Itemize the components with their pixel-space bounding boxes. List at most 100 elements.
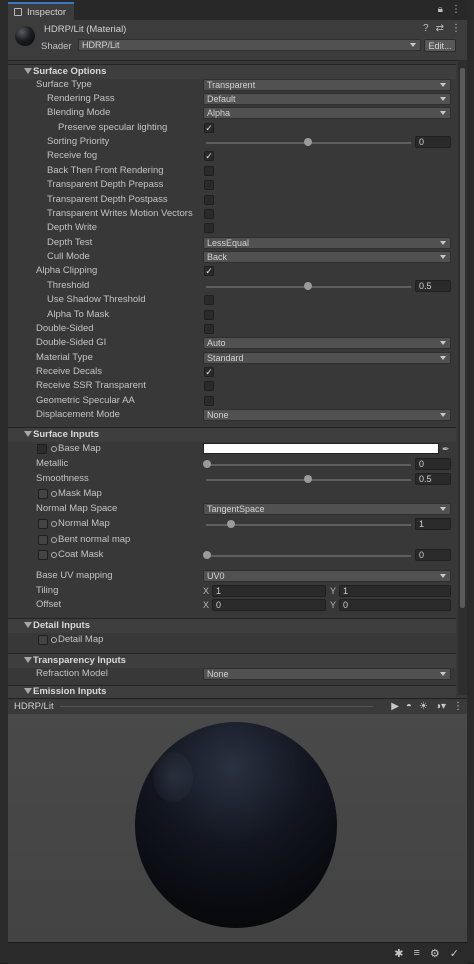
- refraction-model-dropdown[interactable]: None: [203, 668, 451, 680]
- row-depth-test: Depth Test LessEqual: [8, 236, 467, 250]
- depth-test-dropdown[interactable]: LessEqual: [203, 237, 451, 249]
- base-uv-mapping-dropdown[interactable]: UV0: [203, 570, 451, 582]
- tab-inspector[interactable]: Inspector: [8, 2, 74, 20]
- object-picker-icon[interactable]: [51, 552, 57, 558]
- y-label: Y: [330, 586, 337, 596]
- lock-icon[interactable]: 🔒︎: [438, 4, 443, 15]
- row-depth-prepass: Transparent Depth Prepass: [8, 178, 467, 192]
- coat-mask-slider[interactable]: [206, 555, 411, 557]
- tiling-y-field[interactable]: 1: [339, 585, 451, 597]
- detail-map-texture-slot[interactable]: [38, 635, 48, 645]
- object-picker-icon[interactable]: [51, 491, 57, 497]
- field-label: Depth Write: [47, 222, 97, 233]
- play-icon[interactable]: ▶: [391, 700, 399, 713]
- slider-handle[interactable]: [304, 138, 312, 146]
- slider-handle[interactable]: [203, 460, 211, 468]
- depth-prepass-checkbox[interactable]: [204, 180, 214, 190]
- section-detail-inputs[interactable]: Detail Inputs: [8, 618, 456, 633]
- smoothness-field[interactable]: 0.5: [415, 473, 451, 485]
- cull-mode-dropdown[interactable]: Back: [203, 251, 451, 263]
- material-header: HDRP/Lit (Material) ? ⇄ ⋮ Shader HDRP/Li…: [8, 20, 467, 61]
- row-sorting-priority: Sorting Priority 0: [8, 135, 467, 149]
- debug-icon[interactable]: ✱: [394, 947, 403, 960]
- normal-map-field[interactable]: 1: [415, 518, 451, 530]
- surface-type-dropdown[interactable]: Transparent: [203, 79, 451, 91]
- metallic-field[interactable]: 0: [415, 458, 451, 470]
- bug-icon[interactable]: ⚙: [430, 947, 440, 960]
- object-picker-icon[interactable]: [51, 446, 57, 452]
- specular-aa-checkbox[interactable]: [204, 396, 214, 406]
- object-picker-icon[interactable]: [51, 637, 57, 643]
- threshold-field[interactable]: 0.5: [415, 280, 451, 292]
- tiling-x-field[interactable]: 1: [212, 585, 326, 597]
- material-thumbnail: [15, 26, 35, 46]
- eyedropper-icon[interactable]: ✒: [442, 444, 450, 455]
- section-surface-options[interactable]: Surface Options: [8, 64, 456, 79]
- mask-map-texture-slot[interactable]: [38, 489, 48, 499]
- field-label: Transparent Depth Postpass: [47, 194, 168, 205]
- slider-handle[interactable]: [227, 520, 235, 528]
- normal-map-texture-slot[interactable]: [38, 519, 48, 529]
- field-label: Sorting Priority: [47, 136, 110, 147]
- metallic-slider[interactable]: [206, 464, 411, 466]
- normal-map-slider[interactable]: [206, 524, 411, 526]
- displacement-mode-dropdown[interactable]: None: [203, 409, 451, 421]
- header-icons: ? ⇄ ⋮: [423, 23, 461, 34]
- row-alpha-to-mask: Alpha To Mask: [8, 308, 467, 322]
- object-picker-icon[interactable]: [51, 537, 57, 543]
- receive-decals-checkbox[interactable]: ✓: [204, 367, 214, 377]
- alpha-to-mask-checkbox[interactable]: [204, 310, 214, 320]
- alpha-clipping-checkbox[interactable]: ✓: [204, 266, 214, 276]
- check-icon[interactable]: ✓: [450, 947, 459, 960]
- back-then-front-checkbox[interactable]: [204, 166, 214, 176]
- material-preview[interactable]: [8, 714, 467, 942]
- slider-handle[interactable]: [203, 551, 211, 559]
- shader-dropdown[interactable]: HDRP/Lit: [78, 39, 421, 51]
- light-toggle-icon[interactable]: ☀: [419, 700, 428, 713]
- depth-postpass-checkbox[interactable]: [204, 195, 214, 205]
- inspector-scrollbar[interactable]: [458, 60, 467, 695]
- slider-handle[interactable]: [304, 475, 312, 483]
- context-menu-icon[interactable]: ⋮: [451, 23, 461, 34]
- base-map-texture-slot[interactable]: [37, 444, 47, 454]
- coat-mask-field[interactable]: 0: [415, 549, 451, 561]
- bent-normal-map-texture-slot[interactable]: [38, 535, 48, 545]
- slider-handle[interactable]: [304, 282, 312, 290]
- preserve-specular-checkbox[interactable]: ✓: [204, 123, 214, 133]
- offset-x-field[interactable]: 0: [212, 599, 326, 611]
- presets-icon[interactable]: ⇄: [436, 23, 444, 34]
- depth-write-checkbox[interactable]: [204, 223, 214, 233]
- section-surface-inputs[interactable]: Surface Inputs: [8, 427, 456, 442]
- preview-menu-icon[interactable]: ⋮: [453, 700, 463, 713]
- use-shadow-threshold-checkbox[interactable]: [204, 295, 214, 305]
- sphere-mesh-icon[interactable]: ◓: [406, 700, 412, 713]
- offset-y-field[interactable]: 0: [339, 599, 451, 611]
- object-picker-icon[interactable]: [51, 521, 57, 527]
- blending-mode-dropdown[interactable]: Alpha: [203, 107, 451, 119]
- field-label: Base Map: [58, 443, 101, 454]
- sorting-priority-field[interactable]: 0: [415, 136, 451, 148]
- double-sided-gi-dropdown[interactable]: Auto: [203, 337, 451, 349]
- kebab-menu-icon[interactable]: ⋮: [451, 4, 461, 15]
- preview-toolbar[interactable]: HDRP/Lit ▶ ◓ ☀ ◑▾ ⋮: [8, 698, 467, 715]
- material-type-dropdown[interactable]: Standard: [203, 352, 451, 364]
- receive-fog-checkbox[interactable]: ✓: [204, 151, 214, 161]
- writes-motion-checkbox[interactable]: [204, 209, 214, 219]
- section-emission-inputs[interactable]: Emission Inputs: [8, 685, 456, 698]
- base-map-color-field[interactable]: [203, 443, 439, 454]
- field-label: Mask Map: [58, 488, 102, 499]
- rendering-pass-dropdown[interactable]: Default: [203, 93, 451, 105]
- row-back-then-front: Back Then Front Rendering: [8, 164, 467, 178]
- row-base-uv-mapping: Base UV mapping UV0: [8, 569, 467, 583]
- scrollbar-thumb[interactable]: [460, 68, 465, 608]
- double-sided-checkbox[interactable]: [204, 324, 214, 334]
- background-dropdown-icon[interactable]: ◑▾: [435, 700, 446, 713]
- receive-ssr-checkbox[interactable]: [204, 381, 214, 391]
- coat-mask-texture-slot[interactable]: [38, 550, 48, 560]
- layers-icon[interactable]: ≡: [413, 947, 419, 960]
- normal-map-space-dropdown[interactable]: TangentSpace: [203, 503, 451, 515]
- section-transparency-inputs[interactable]: Transparency Inputs: [8, 653, 456, 668]
- preview-icons: ▶ ◓ ☀ ◑▾ ⋮: [391, 700, 463, 713]
- help-icon[interactable]: ?: [423, 23, 429, 34]
- edit-shader-button[interactable]: Edit...: [424, 39, 456, 52]
